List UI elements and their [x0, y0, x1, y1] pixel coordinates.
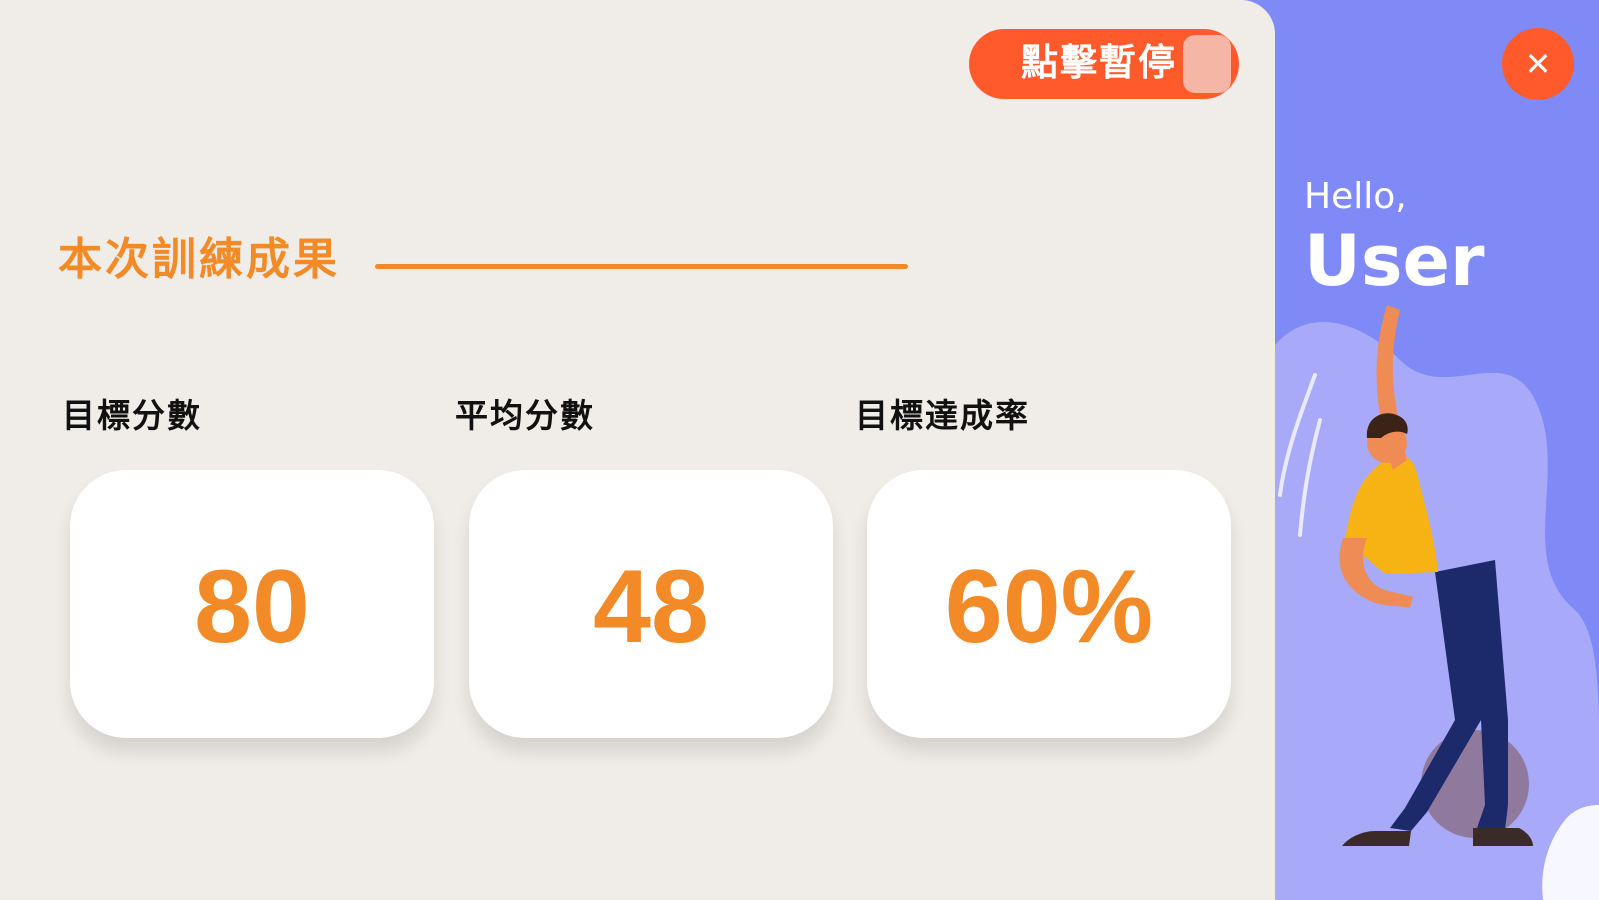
- greeting-text: Hello,: [1304, 176, 1407, 217]
- training-results-window: 點擊暫停 本次訓練成果 目標分數 80 平均分數 48 目標達成率 60% ✕ …: [0, 0, 1599, 900]
- toggle-knob: [1183, 35, 1231, 93]
- close-icon: ✕: [1524, 45, 1552, 83]
- achievement-rate-value: 60%: [944, 549, 1154, 665]
- results-panel: 點擊暫停 本次訓練成果 目標分數 80 平均分數 48 目標達成率 60%: [0, 0, 1275, 900]
- target-score-card: 80: [70, 470, 434, 738]
- target-score-value: 80: [194, 549, 310, 665]
- average-score-card: 48: [469, 470, 833, 738]
- achievement-rate-label: 目標達成率: [855, 396, 1030, 435]
- section-divider: [375, 264, 908, 269]
- stretching-person-illustration: [1275, 305, 1599, 900]
- close-button[interactable]: ✕: [1502, 28, 1574, 100]
- pause-toggle-label: 點擊暫停: [1021, 41, 1177, 84]
- section-title: 本次訓練成果: [58, 234, 340, 285]
- pause-toggle[interactable]: 點擊暫停: [969, 29, 1239, 99]
- username-text: User: [1304, 220, 1485, 302]
- target-score-label: 目標分數: [62, 396, 202, 435]
- achievement-rate-card: 60%: [867, 470, 1231, 738]
- average-score-value: 48: [593, 549, 709, 665]
- average-score-label: 平均分數: [455, 396, 595, 435]
